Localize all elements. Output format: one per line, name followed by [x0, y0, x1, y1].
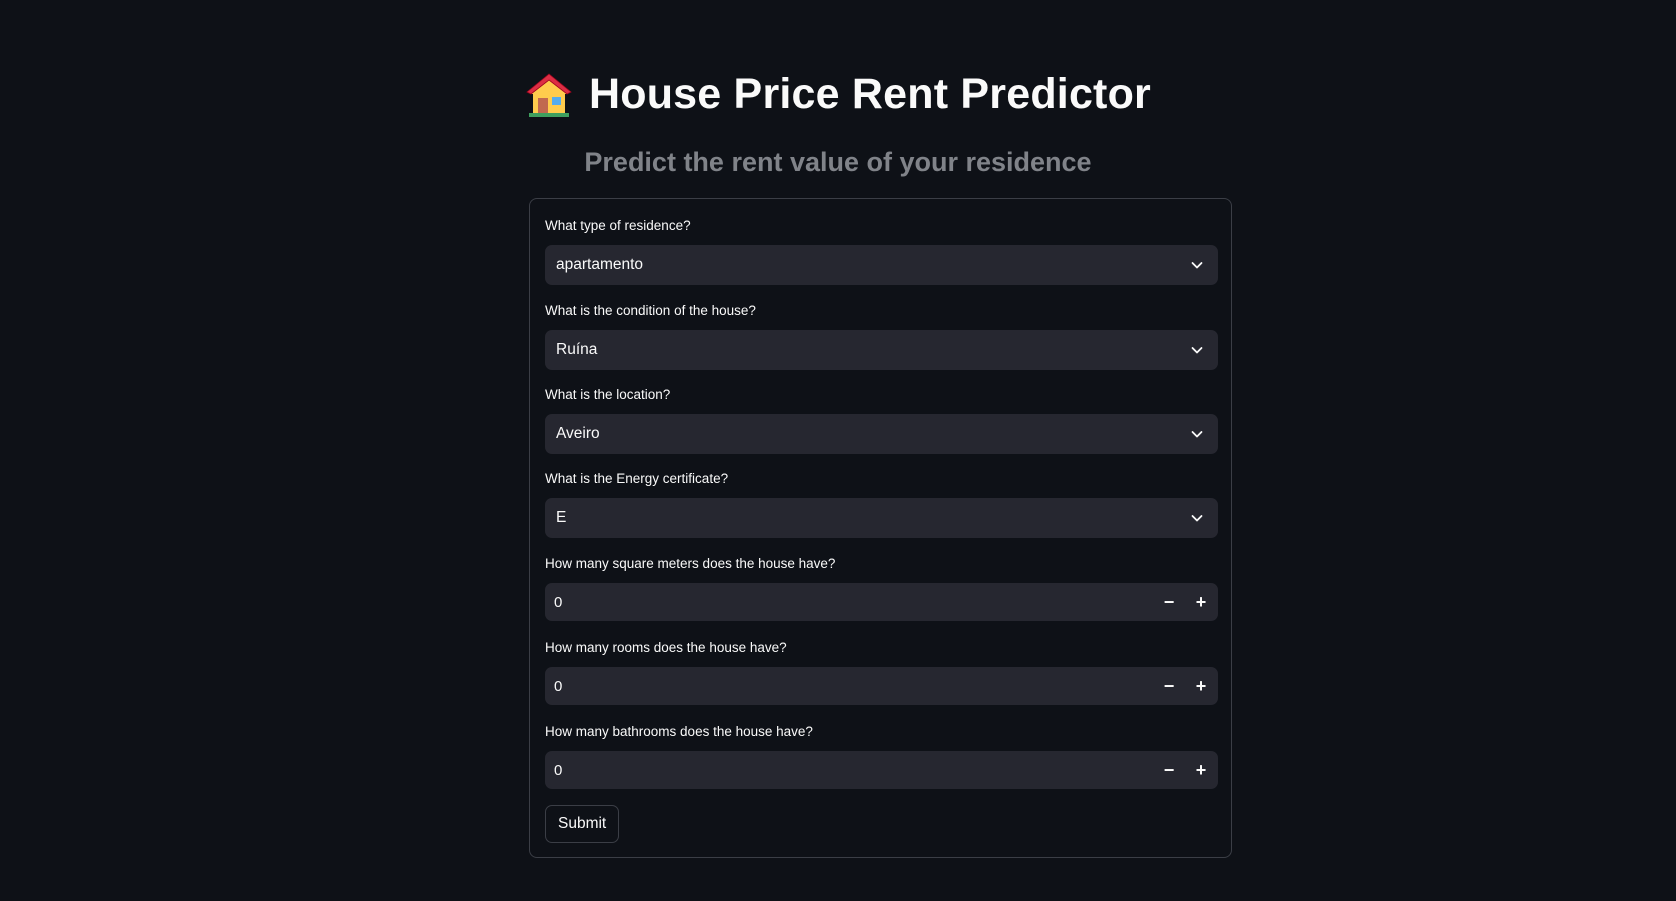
square-meters-field: How many square meters does the house ha… [545, 555, 1218, 622]
square-meters-increment-button[interactable]: + [1185, 583, 1217, 621]
page-title: House Price Rent Predictor [589, 70, 1151, 118]
page-header: House Price Rent Predictor [0, 70, 1676, 119]
energy-certificate-select[interactable]: E [545, 498, 1218, 538]
rooms-stepper: − + [545, 666, 1218, 706]
chevron-down-icon [1191, 262, 1203, 269]
rooms-input[interactable] [545, 666, 1153, 706]
rooms-label: How many rooms does the house have? [545, 640, 787, 655]
rooms-increment-button[interactable]: + [1185, 667, 1217, 705]
page-subtitle: Predict the rent value of your residence [584, 147, 1092, 177]
residence-type-value: apartamento [556, 256, 644, 273]
condition-label: What is the condition of the house? [545, 303, 756, 318]
condition-field: What is the condition of the house? Ruín… [545, 302, 1218, 370]
location-label: What is the location? [545, 387, 671, 402]
rooms-field: How many rooms does the house have? − + [545, 639, 1218, 706]
app-page: House Price Rent Predictor Predict the r… [0, 0, 1676, 901]
prediction-form: What type of residence? apartamento What… [529, 198, 1232, 858]
energy-certificate-value: E [556, 509, 567, 526]
residence-type-select[interactable]: apartamento [545, 245, 1218, 285]
location-value: Aveiro [556, 425, 600, 442]
bathrooms-increment-button[interactable]: + [1185, 751, 1217, 789]
bathrooms-decrement-button[interactable]: − [1153, 751, 1185, 789]
bathrooms-stepper: − + [545, 750, 1218, 790]
rooms-decrement-button[interactable]: − [1153, 667, 1185, 705]
location-field: What is the location? Aveiro [545, 386, 1218, 454]
condition-value: Ruína [556, 341, 598, 358]
chevron-down-icon [1191, 431, 1203, 438]
house-icon [525, 72, 573, 118]
energy-certificate-field: What is the Energy certificate? E [545, 470, 1218, 538]
location-select[interactable]: Aveiro [545, 414, 1218, 454]
square-meters-input[interactable] [545, 582, 1153, 622]
submit-button[interactable]: Submit [545, 805, 620, 843]
bathrooms-label: How many bathrooms does the house have? [545, 724, 813, 739]
condition-select[interactable]: Ruína [545, 330, 1218, 370]
residence-type-label: What type of residence? [545, 218, 691, 233]
energy-certificate-label: What is the Energy certificate? [545, 471, 729, 486]
square-meters-label: How many square meters does the house ha… [545, 556, 836, 571]
chevron-down-icon [1191, 347, 1203, 354]
bathrooms-field: How many bathrooms does the house have? … [545, 723, 1218, 790]
square-meters-decrement-button[interactable]: − [1153, 583, 1185, 621]
residence-type-field: What type of residence? apartamento [545, 217, 1218, 285]
bathrooms-input[interactable] [545, 750, 1153, 790]
chevron-down-icon [1191, 515, 1203, 522]
square-meters-stepper: − + [545, 582, 1218, 622]
